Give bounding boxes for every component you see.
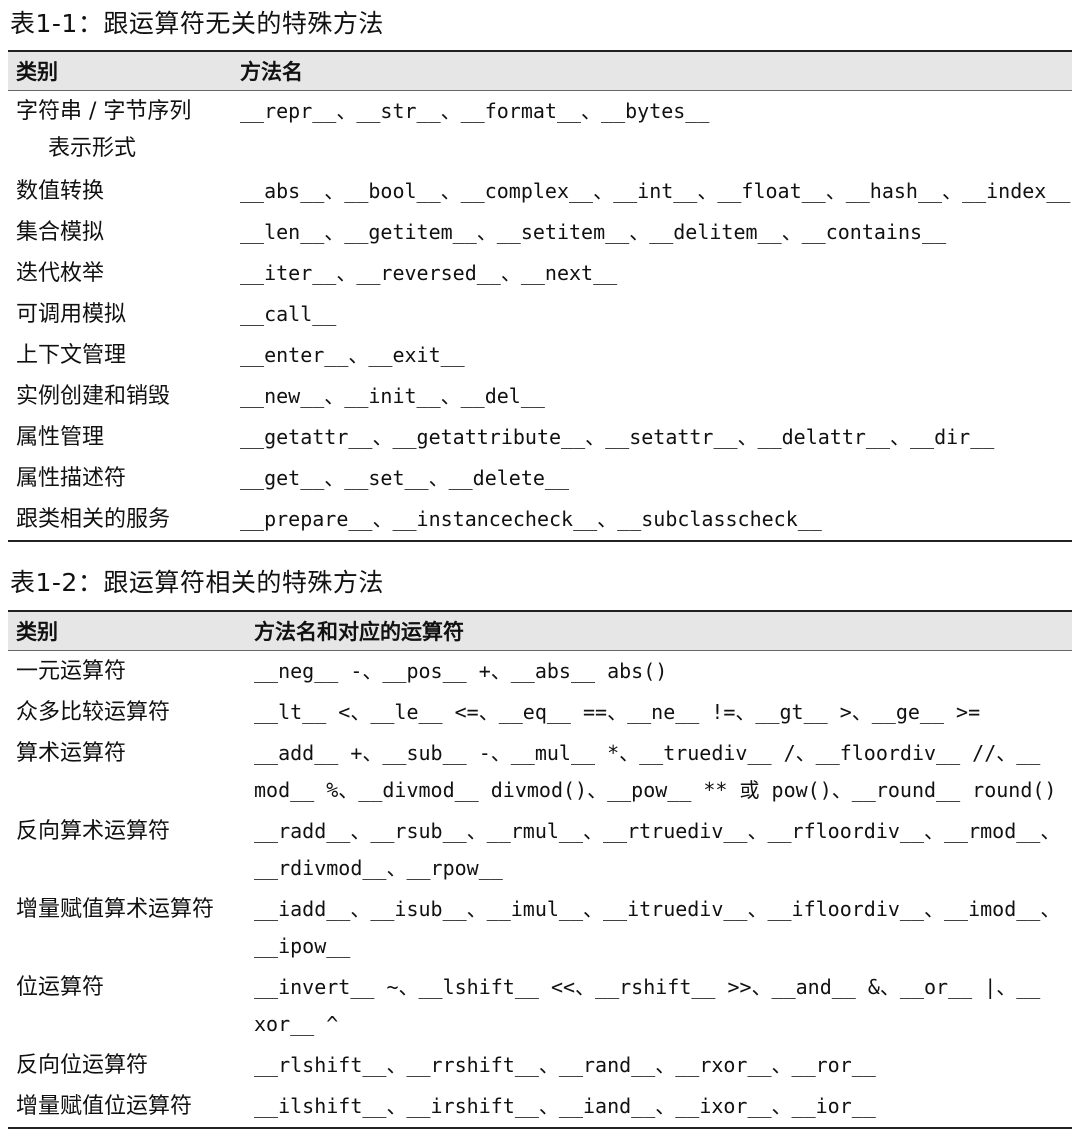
row-category: 一元运算符 bbox=[16, 659, 127, 684]
header-methods: 方法名和对应的运算符 bbox=[254, 620, 464, 644]
table-row: 众多比较运算符 __lt__ <、__le__ <=、__eq__ ==、__n… bbox=[8, 692, 1072, 733]
table-row: 实例创建和销毁 __new__、__init__、__del__ bbox=[8, 376, 1072, 417]
table-row: 跟类相关的服务 __prepare__、__instancecheck__、__… bbox=[8, 499, 1072, 540]
methods-line2: __ipow__ bbox=[254, 934, 351, 958]
row-category: 跟类相关的服务 bbox=[16, 507, 171, 532]
row-category: 字符串 / 字节序列 表示形式 bbox=[8, 93, 240, 167]
row-category: 数值转换 bbox=[16, 179, 105, 204]
row-methods: __rlshift__、__rrshift__、__rand__、__rxor_… bbox=[254, 1053, 876, 1077]
table-row: 增量赋值位运算符 __ilshift__、__irshift__、__iand_… bbox=[8, 1086, 1072, 1127]
header-category: 类别 bbox=[16, 60, 58, 84]
table-row: 位运算符 __invert__ ~、__lshift__ <<、__rshift… bbox=[8, 967, 1072, 1045]
table-row: 算术运算符 __add__ +、__sub__ -、__mul__ *、__tr… bbox=[8, 733, 1072, 811]
row-category: 位运算符 bbox=[16, 975, 105, 1000]
row-category: 上下文管理 bbox=[16, 343, 127, 368]
methods-line2: __rdivmod__、__rpow__ bbox=[254, 856, 503, 880]
row-category: 反向位运算符 bbox=[16, 1053, 149, 1078]
methods-line2: xor__ ^ bbox=[254, 1012, 339, 1036]
row-category: 属性管理 bbox=[16, 425, 105, 450]
table-row: 反向位运算符 __rlshift__、__rrshift__、__rand__、… bbox=[8, 1045, 1072, 1086]
row-methods: __radd__、__rsub__、__rmul__、__rtruediv__、… bbox=[254, 811, 1072, 887]
row-methods: __get__、__set__、__delete__ bbox=[240, 466, 569, 490]
table1-header: 类别 方法名 bbox=[8, 52, 1072, 91]
row-methods: __repr__、__str__、__format__、__bytes__ bbox=[240, 99, 710, 123]
row-methods: __len__、__getitem__、__setitem__、__delite… bbox=[240, 220, 947, 244]
table2: 类别 方法名和对应的运算符 一元运算符 __neg__ -、__pos__ +、… bbox=[8, 610, 1072, 1129]
table-row: 上下文管理 __enter__、__exit__ bbox=[8, 335, 1072, 376]
row-category: 实例创建和销毁 bbox=[16, 384, 171, 409]
row-category: 迭代枚举 bbox=[16, 261, 105, 286]
row-category: 算术运算符 bbox=[16, 741, 127, 766]
row-methods: __abs__、__bool__、__complex__、__int__、__f… bbox=[240, 179, 1071, 203]
table-row: 数值转换 __abs__、__bool__、__complex__、__int_… bbox=[8, 171, 1072, 212]
row-category: 增量赋值算术运算符 bbox=[16, 897, 215, 922]
row-methods: __lt__ <、__le__ <=、__eq__ ==、__ne__ !=、_… bbox=[254, 700, 981, 724]
table-row: 字符串 / 字节序列 表示形式 __repr__、__str__、__forma… bbox=[8, 91, 1072, 171]
table-row: 可调用模拟 __call__ bbox=[8, 294, 1072, 335]
row-category: 集合模拟 bbox=[16, 220, 105, 245]
row-methods: __invert__ ~、__lshift__ <<、__rshift__ >>… bbox=[254, 967, 1072, 1043]
row-methods: __enter__、__exit__ bbox=[240, 343, 465, 367]
row-methods: __iadd__、__isub__、__imul__、__itruediv__、… bbox=[254, 889, 1072, 965]
methods-line1: __add__ +、__sub__ -、__mul__ *、__truediv_… bbox=[254, 741, 1041, 765]
table-row: 增量赋值算术运算符 __iadd__、__isub__、__imul__、__i… bbox=[8, 889, 1072, 967]
category-line1: 字符串 / 字节序列 bbox=[16, 99, 192, 124]
row-methods: __neg__ -、__pos__ +、__abs__ abs() bbox=[254, 659, 668, 683]
row-methods: __add__ +、__sub__ -、__mul__ *、__truediv_… bbox=[254, 733, 1072, 809]
header-methods: 方法名 bbox=[240, 60, 303, 84]
table1: 类别 方法名 字符串 / 字节序列 表示形式 __repr__、__str__、… bbox=[8, 50, 1072, 542]
methods-line1: __iadd__、__isub__、__imul__、__itruediv__、… bbox=[254, 897, 1061, 921]
table-row: 集合模拟 __len__、__getitem__、__setitem__、__d… bbox=[8, 212, 1072, 253]
row-methods: __new__、__init__、__del__ bbox=[240, 384, 545, 408]
methods-line2: mod__ %、__divmod__ divmod()、__pow__ ** 或… bbox=[254, 778, 1057, 802]
methods-line1: __invert__ ~、__lshift__ <<、__rshift__ >>… bbox=[254, 975, 1041, 999]
table-row: 反向算术运算符 __radd__、__rsub__、__rmul__、__rtr… bbox=[8, 811, 1072, 889]
row-methods: __getattr__、__getattribute__、__setattr__… bbox=[240, 425, 995, 449]
table-row: 属性描述符 __get__、__set__、__delete__ bbox=[8, 458, 1072, 499]
row-methods: __iter__、__reversed__、__next__ bbox=[240, 261, 618, 285]
row-category: 反向算术运算符 bbox=[16, 819, 171, 844]
row-category: 众多比较运算符 bbox=[16, 700, 171, 725]
table1-caption: 表1-1：跟运算符无关的特殊方法 bbox=[10, 9, 384, 38]
table-row: 迭代枚举 __iter__、__reversed__、__next__ bbox=[8, 253, 1072, 294]
table2-header: 类别 方法名和对应的运算符 bbox=[8, 612, 1072, 651]
table-row: 一元运算符 __neg__ -、__pos__ +、__abs__ abs() bbox=[8, 651, 1072, 692]
row-category: 可调用模拟 bbox=[16, 302, 127, 327]
header-category: 类别 bbox=[16, 620, 58, 644]
row-category: 增量赋值位运算符 bbox=[16, 1094, 193, 1119]
row-category: 属性描述符 bbox=[16, 466, 127, 491]
methods-line1: __radd__、__rsub__、__rmul__、__rtruediv__、… bbox=[254, 819, 1061, 843]
table2-caption: 表1-2：跟运算符相关的特殊方法 bbox=[10, 568, 384, 597]
row-methods: __ilshift__、__irshift__、__iand__、__ixor_… bbox=[254, 1094, 876, 1118]
category-line2: 表示形式 bbox=[48, 136, 137, 161]
row-methods: __prepare__、__instancecheck__、__subclass… bbox=[240, 507, 822, 531]
table-row: 属性管理 __getattr__、__getattribute__、__seta… bbox=[8, 417, 1072, 458]
row-methods: __call__ bbox=[240, 302, 337, 326]
